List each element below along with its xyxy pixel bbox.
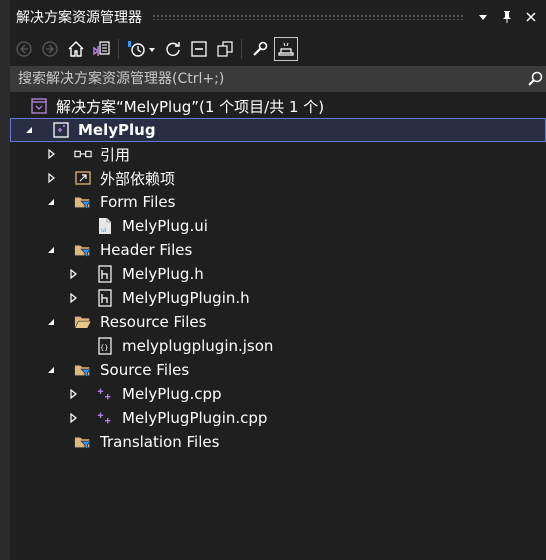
collapsed-arrow-icon[interactable]: [66, 291, 80, 305]
tree-item-label: Resource Files: [100, 313, 207, 331]
header-file-icon: [96, 265, 114, 283]
cpp-file-icon: [96, 409, 114, 427]
tree-item-label: Form Files: [100, 193, 176, 211]
filter-folder-open-icon: [74, 193, 92, 211]
expanded-arrow-icon[interactable]: [44, 243, 58, 257]
tree-item-resource-files[interactable]: Resource Files: [10, 310, 546, 334]
filter-folder-open-icon: [74, 361, 92, 379]
drag-grip[interactable]: [152, 14, 464, 20]
tree-item-label: MelyPlugPlugin.h: [122, 289, 250, 307]
search-box: [10, 66, 546, 92]
tree-item-label: MelyPlug.h: [122, 265, 204, 283]
toolbar-separator: [241, 39, 242, 59]
tree-item-cpp-file[interactable]: MelyPlug.cpp: [10, 382, 546, 406]
tree-item-external-deps[interactable]: 外部依赖项: [10, 166, 546, 190]
tree-item-label: 解决方案“MelyPlug”(1 个项目/共 1 个): [56, 97, 325, 116]
tree-item-ui-file[interactable]: ui MelyPlug.ui: [10, 214, 546, 238]
tree-item-label: MelyPlugPlugin.cpp: [122, 409, 268, 427]
dropdown-icon[interactable]: [474, 8, 492, 26]
tree-item-header-file[interactable]: MelyPlug.h: [10, 262, 546, 286]
tree-item-translation-files[interactable]: Translation Files: [10, 430, 546, 454]
tree-item-header-file[interactable]: MelyPlugPlugin.h: [10, 286, 546, 310]
properties-icon[interactable]: [248, 37, 272, 61]
tree-item-label: 引用: [100, 145, 131, 164]
collapsed-arrow-icon[interactable]: [66, 411, 80, 425]
toolbar-separator: [118, 39, 119, 59]
tree-item-label: 外部依赖项: [100, 169, 176, 188]
search-input[interactable]: [10, 66, 524, 92]
expanded-arrow-icon[interactable]: [22, 123, 36, 137]
collapsed-arrow-icon[interactable]: [44, 147, 58, 161]
svg-text:{}: {}: [100, 344, 108, 352]
references-icon: [74, 145, 92, 163]
vs-switch-view-icon[interactable]: [90, 37, 114, 61]
close-icon[interactable]: [522, 8, 540, 26]
tree-item-label: MelyPlug.cpp: [122, 385, 222, 403]
collapsed-arrow-icon[interactable]: [66, 267, 80, 281]
json-file-icon: {}: [96, 337, 114, 355]
collapse-all-icon[interactable]: [187, 37, 211, 61]
tree-item-header-files[interactable]: Header Files: [10, 238, 546, 262]
tree-item-label: Translation Files: [100, 433, 220, 451]
preview-selected-icon[interactable]: [274, 37, 298, 61]
collapsed-arrow-icon[interactable]: [44, 171, 58, 185]
back-icon[interactable]: [12, 37, 36, 61]
expanded-arrow-icon[interactable]: [44, 363, 58, 377]
external-deps-icon: [74, 169, 92, 187]
panel-title: 解决方案资源管理器: [16, 10, 142, 26]
expanded-arrow-icon[interactable]: [44, 315, 58, 329]
solution-tree: 解决方案“MelyPlug”(1 个项目/共 1 个) MelyPlug 引用 …: [10, 94, 546, 454]
tree-item-form-files[interactable]: Form Files: [10, 190, 546, 214]
qt-project-icon: [52, 121, 70, 139]
collapsed-arrow-icon[interactable]: [66, 387, 80, 401]
pin-icon[interactable]: [498, 8, 516, 26]
cpp-file-icon: [96, 385, 114, 403]
svg-text:ui: ui: [101, 227, 107, 234]
tree-item-project[interactable]: MelyPlug: [10, 118, 546, 142]
left-border: [0, 0, 10, 560]
panel-title-bar: 解决方案资源管理器: [10, 0, 546, 34]
tree-item-cpp-file[interactable]: MelyPlugPlugin.cpp: [10, 406, 546, 430]
show-all-files-icon[interactable]: [213, 37, 237, 61]
tree-item-solution[interactable]: 解决方案“MelyPlug”(1 个项目/共 1 个): [10, 94, 546, 118]
folder-open-icon: [74, 313, 92, 331]
tree-item-label: MelyPlug: [78, 121, 156, 139]
search-icon[interactable]: [524, 71, 546, 87]
forward-icon[interactable]: [38, 37, 62, 61]
tree-item-json-file[interactable]: {} melyplugplugin.json: [10, 334, 546, 358]
filter-folder-open-icon: [74, 241, 92, 259]
header-file-icon: [96, 289, 114, 307]
tree-item-references[interactable]: 引用: [10, 142, 546, 166]
tree-item-label: melyplugplugin.json: [122, 337, 274, 355]
tree-item-label: MelyPlug.ui: [122, 217, 208, 235]
home-icon[interactable]: [64, 37, 88, 61]
history-icon[interactable]: [125, 37, 159, 61]
ui-file-icon: ui: [96, 217, 114, 235]
sync-icon[interactable]: [161, 37, 185, 61]
solution-icon: [30, 97, 48, 115]
tree-item-label: Source Files: [100, 361, 190, 379]
tree-item-source-files[interactable]: Source Files: [10, 358, 546, 382]
toolbar: [10, 34, 546, 64]
filter-folder-icon: [74, 433, 92, 451]
tree-item-label: Header Files: [100, 241, 193, 259]
expanded-arrow-icon[interactable]: [44, 195, 58, 209]
